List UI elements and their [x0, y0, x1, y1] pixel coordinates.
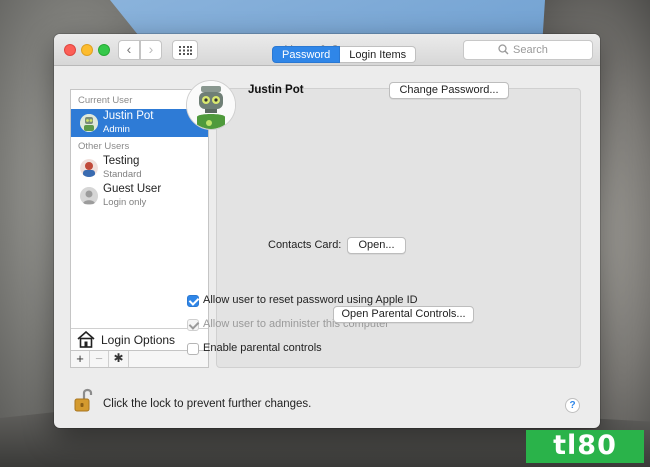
tab-bar: Password Login Items	[272, 46, 417, 63]
tab-login-items[interactable]: Login Items	[340, 46, 417, 63]
user-role: Login only	[103, 197, 147, 208]
user-picture[interactable]	[186, 80, 236, 130]
users-groups-window: ‹ › Users & Groups Search Current User	[54, 34, 600, 428]
selected-user-name: Justin Pot	[248, 84, 304, 96]
search-placeholder: Search	[513, 44, 548, 56]
administer-checkbox	[187, 319, 199, 331]
remove-user-button[interactable]: −	[90, 351, 109, 367]
parental-controls-label: Enable parental controls	[203, 342, 322, 354]
user-avatar	[80, 114, 98, 132]
current-user-label: Current User	[78, 95, 133, 106]
login-options-label: Login Options	[101, 333, 176, 347]
gear-icon: ✱	[113, 351, 124, 365]
user-avatar	[80, 159, 98, 177]
user-row-testing[interactable]: Testing Standard	[71, 154, 208, 182]
help-button[interactable]: ?	[565, 398, 580, 413]
user-row-guest-user[interactable]: Guest User Login only	[71, 182, 208, 210]
lock-status-text: Click the lock to prevent further change…	[103, 398, 312, 410]
search-icon	[498, 44, 509, 55]
open-contacts-card-button[interactable]: Open...	[347, 237, 406, 254]
parental-controls-checkbox[interactable]	[187, 343, 199, 355]
add-user-button[interactable]: +	[71, 351, 90, 367]
watermark-logo: tl80	[526, 430, 644, 463]
user-role: Admin	[103, 124, 130, 135]
user-avatar	[80, 187, 98, 205]
other-users-label: Other Users	[78, 141, 130, 152]
house-icon	[77, 331, 95, 348]
search-field[interactable]: Search	[463, 40, 593, 60]
open-parental-controls-button[interactable]: Open Parental Controls...	[333, 306, 474, 323]
change-password-button[interactable]: Change Password...	[389, 82, 509, 99]
tab-password[interactable]: Password	[272, 46, 341, 63]
reset-password-checkbox[interactable]	[187, 295, 199, 307]
user-role: Standard	[103, 169, 142, 180]
user-name: Testing	[103, 155, 140, 167]
user-name: Guest User	[103, 183, 162, 195]
user-name: Justin Pot	[103, 110, 154, 122]
lock-icon[interactable]	[73, 387, 95, 413]
reset-password-label: Allow user to reset password using Apple…	[203, 294, 418, 306]
action-menu-button[interactable]: ✱	[109, 351, 129, 367]
contacts-card-label: Contacts Card:	[268, 239, 342, 251]
